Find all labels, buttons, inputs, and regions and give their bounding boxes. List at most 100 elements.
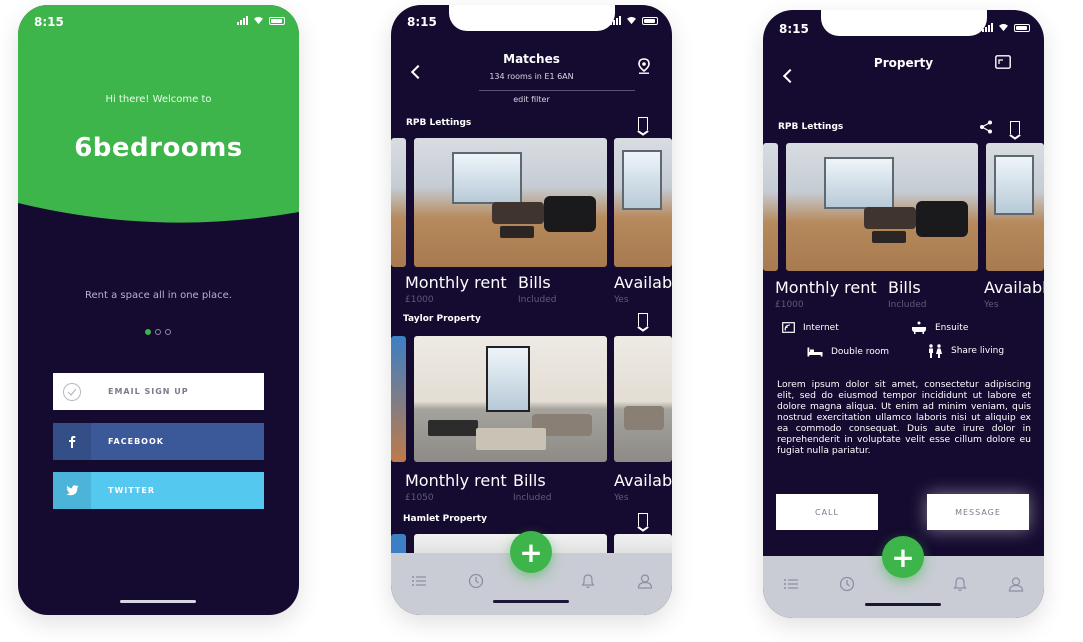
tv-unit [428,420,478,436]
listing-photo-next[interactable] [614,138,672,267]
available-label: Available [614,273,672,292]
matches-subtitle: 134 rooms in E1 6AN [489,72,574,81]
bell-icon[interactable] [580,573,596,589]
list-icon[interactable] [411,573,427,589]
available-stat: Available Yes [614,471,672,503]
battery-icon [642,16,658,25]
wifi-icon [999,23,1008,32]
listing-photo-prev[interactable] [763,143,778,271]
listing-photo-prev[interactable] [391,336,406,462]
page-indicator[interactable] [145,329,171,335]
bathtub-icon [912,321,926,334]
bookmark-icon[interactable] [638,313,648,326]
signal-icon [237,16,248,25]
window [824,157,894,209]
divider [479,90,635,91]
facebook-button[interactable]: FACEBOOK [53,423,264,460]
listing-photo-next[interactable] [614,336,672,462]
welcome-screen: 8:15 Hi there! Welcome to 6bedrooms Rent… [18,5,299,615]
available-stat: Available Yes [984,278,1044,310]
back-icon[interactable] [782,68,798,84]
amenity-share-living: Share living [927,344,1004,358]
expand-icon[interactable] [995,55,1011,69]
home-indicator[interactable] [865,603,941,606]
clock-icon[interactable] [468,573,484,589]
rug [476,428,546,450]
listing-agent[interactable]: Taylor Property [403,314,481,324]
available-label: Available [984,278,1044,297]
rent-stat: Monthly rent £1000 [405,273,507,305]
status-time: 8:15 [34,15,64,29]
bills-label: Bills [888,278,921,297]
listing-photo-next[interactable] [986,143,1044,271]
add-button[interactable]: + [882,536,924,578]
listing-agent[interactable]: RPB Lettings [406,118,471,128]
available-stat: Available Yes [614,273,672,305]
coffee-table [500,226,534,238]
twitter-label: TWITTER [108,486,155,495]
rent-label: Monthly rent [775,278,877,297]
call-button[interactable]: CALL [776,494,878,530]
amenity-label: Ensuite [935,322,969,333]
page-dot-active[interactable] [145,329,151,335]
facebook-label: FACEBOOK [108,437,164,446]
coffee-table [872,231,906,243]
list-icon[interactable] [783,576,799,592]
edit-filter-link[interactable]: edit filter [391,95,672,104]
add-button[interactable]: + [510,531,552,573]
check-circle-icon [53,373,91,410]
property-description: Lorem ipsum dolor sit amet, consectetur … [777,379,1031,456]
window [622,150,662,210]
brand-title: 6bedrooms [74,133,243,163]
bills-stat: Bills Included [518,273,556,305]
available-value: Yes [614,295,629,305]
rent-label: Monthly rent [405,471,507,490]
window [994,155,1034,215]
message-button[interactable]: MESSAGE [927,494,1029,530]
clock-icon[interactable] [839,576,855,592]
twitter-icon [53,472,91,509]
sofa [624,406,664,430]
page-dot[interactable] [165,329,171,335]
bills-value: Included [513,493,552,503]
welcome-hero-background [18,5,299,223]
rent-value: £1000 [775,300,804,310]
email-signup-button[interactable]: EMAIL SIGN UP [53,373,264,410]
amenity-label: Double room [831,347,890,357]
battery-icon [269,16,285,25]
user-icon[interactable] [637,573,653,589]
amenity-label: Share living [951,346,1005,356]
bell-icon[interactable] [952,576,968,592]
status-time: 8:15 [407,15,437,29]
share-icon[interactable] [979,120,993,134]
window [486,346,530,412]
bookmark-icon[interactable] [638,117,648,130]
welcome-greeting: Hi there! Welcome to [105,94,212,105]
bookmark-icon[interactable] [1010,121,1020,134]
page-dot[interactable] [155,329,161,335]
user-icon[interactable] [1008,576,1024,592]
notch [76,5,242,31]
email-signup-label: EMAIL SIGN UP [108,387,189,396]
listing-photo[interactable] [414,138,607,267]
available-value: Yes [614,493,629,503]
home-indicator[interactable] [493,600,569,603]
listing-photo[interactable] [414,336,607,462]
page-title: Matches [503,52,560,66]
bills-stat: Bills Included [513,471,551,503]
status-icons [610,16,658,25]
amenity-ensuite: Ensuite [911,321,968,334]
map-pin-icon[interactable] [638,58,650,74]
twitter-button[interactable]: TWITTER [53,472,264,509]
home-indicator[interactable] [120,600,196,603]
bookmark-icon[interactable] [638,513,648,526]
rent-stat: Monthly rent £1050 [405,471,507,503]
listing-photo[interactable] [786,143,978,271]
listing-agent[interactable]: Hamlet Property [403,514,487,524]
people-icon [929,344,942,358]
bills-value: Included [518,295,557,305]
sofa [492,202,544,224]
listing-agent[interactable]: RPB Lettings [778,122,843,132]
window [452,152,522,204]
listing-photo-prev[interactable] [391,138,406,267]
